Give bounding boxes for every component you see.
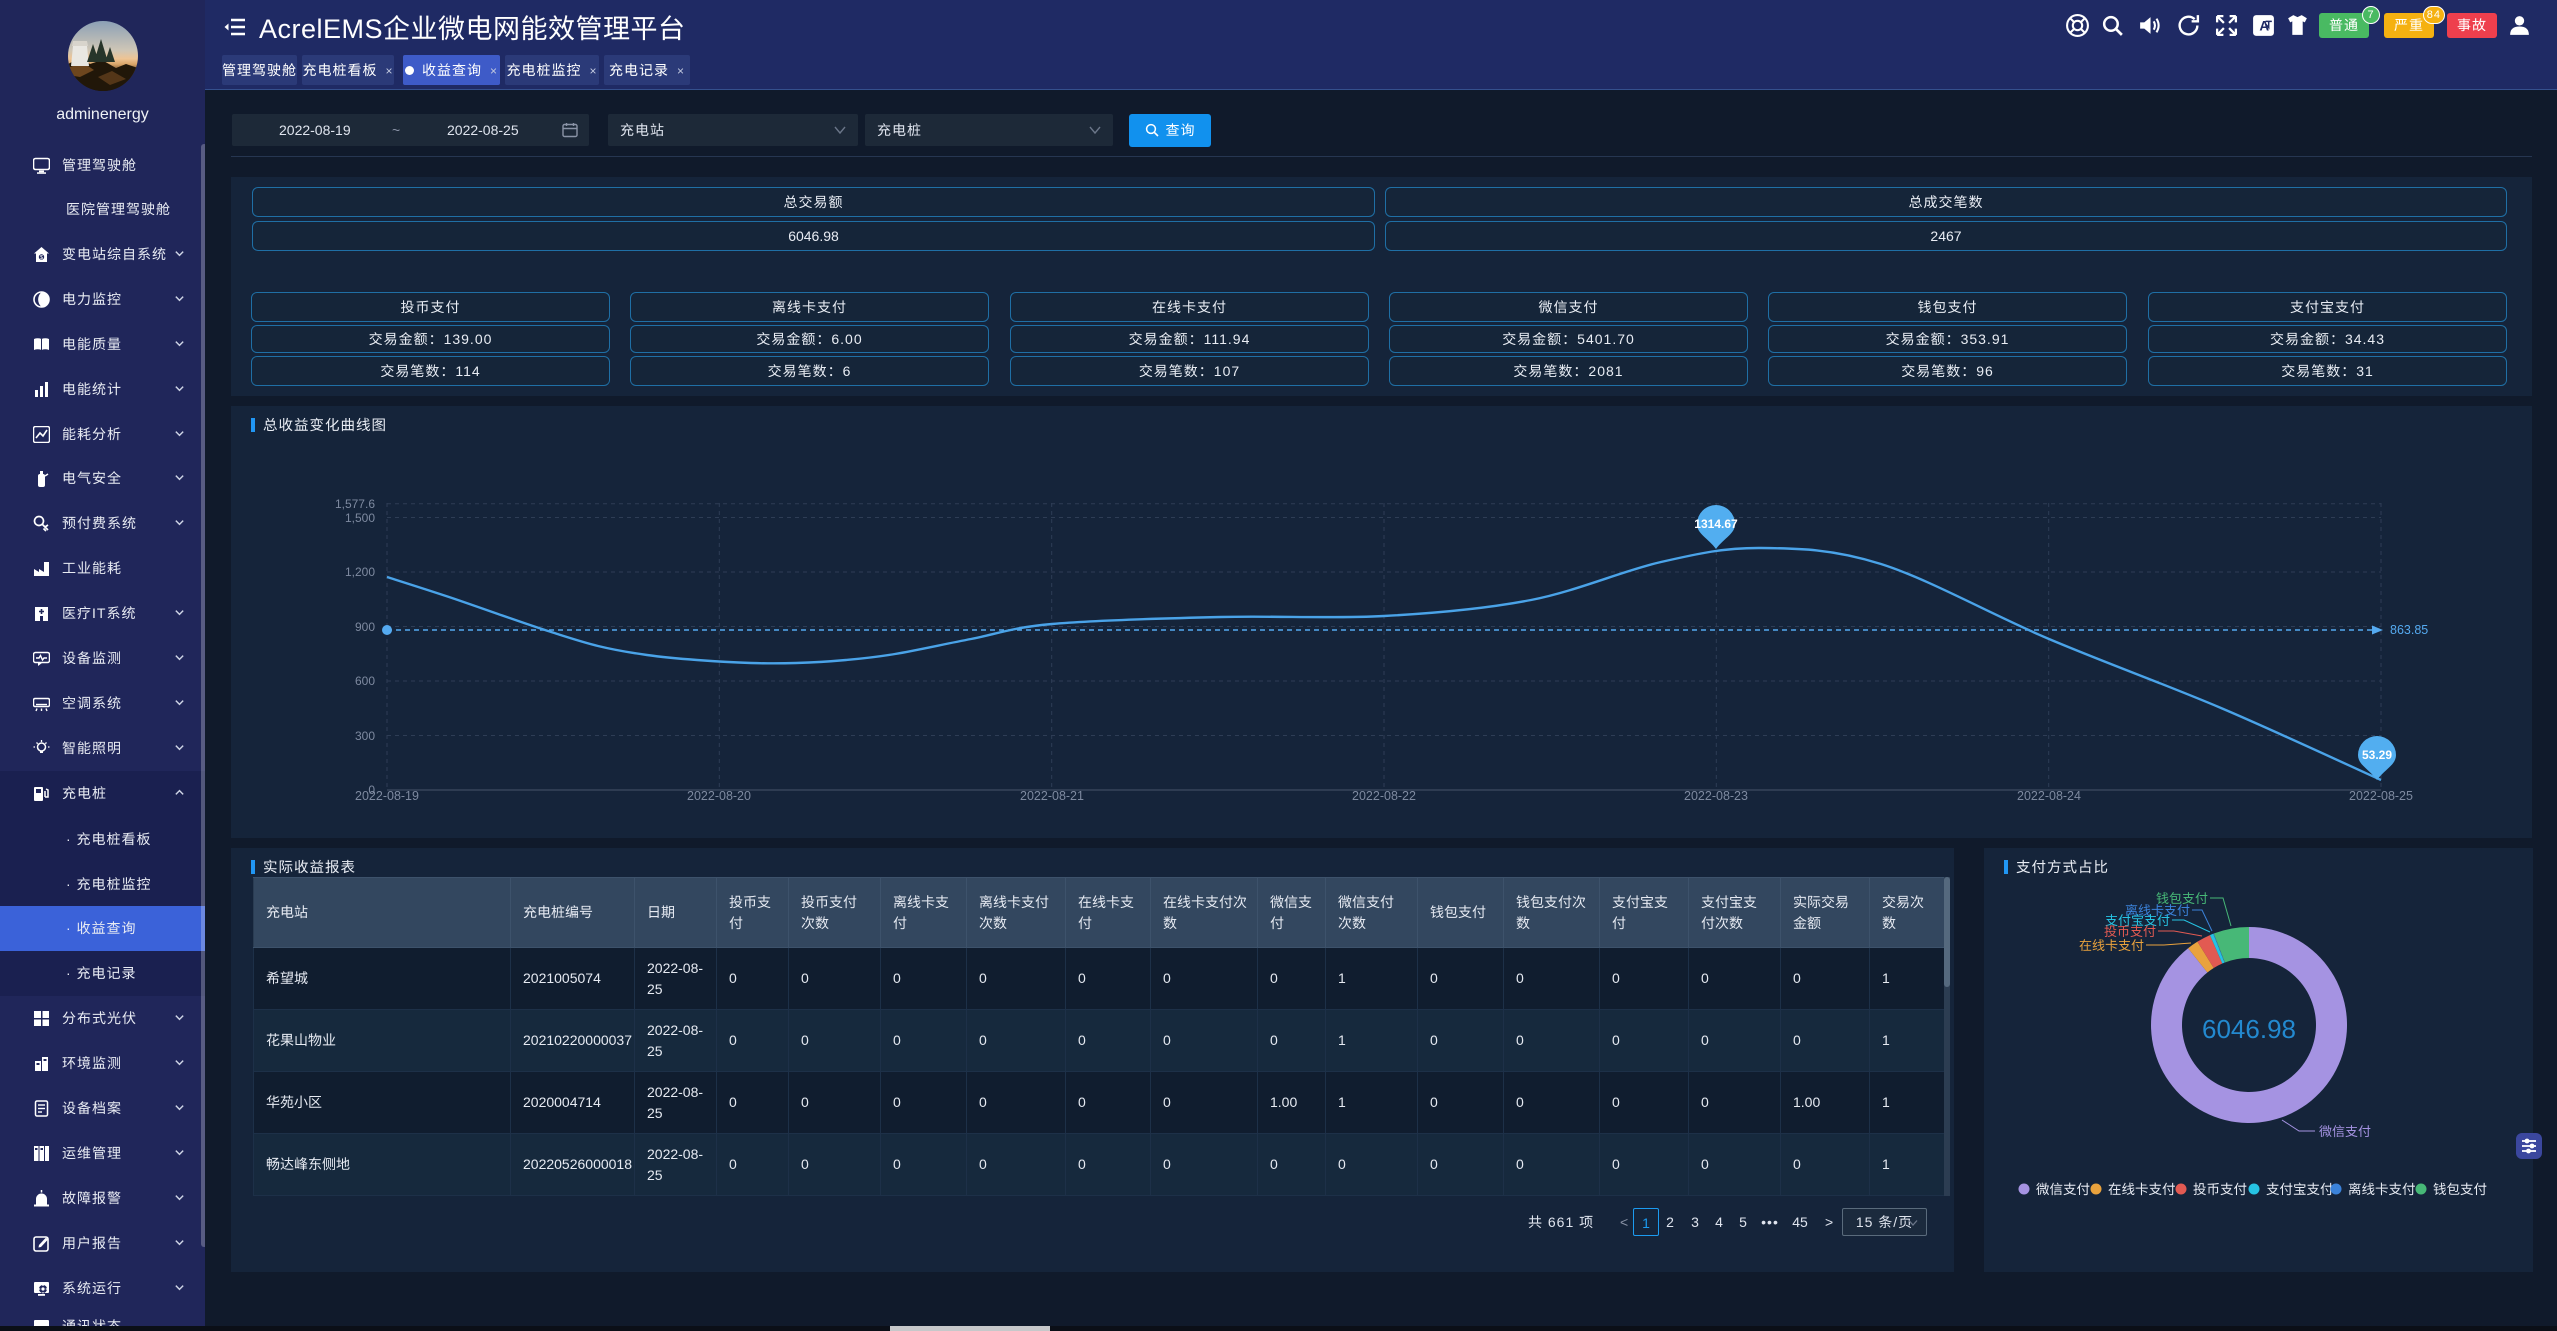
svg-text:在线卡支付: 在线卡支付 bbox=[2079, 938, 2144, 953]
svg-text:离线卡支付: 离线卡支付 bbox=[2348, 1182, 2416, 1197]
svg-text:支付宝支付: 支付宝支付 bbox=[2266, 1182, 2334, 1197]
svg-text:300: 300 bbox=[355, 729, 375, 743]
svg-text:1,577.6: 1,577.6 bbox=[335, 497, 375, 511]
svg-text:微信支付: 微信支付 bbox=[2319, 1124, 2371, 1139]
svg-text:2022-08-19: 2022-08-19 bbox=[355, 789, 419, 803]
svg-text:2022-08-23: 2022-08-23 bbox=[1684, 789, 1748, 803]
svg-text:$: $ bbox=[40, 255, 43, 261]
svg-text:600: 600 bbox=[355, 674, 375, 688]
svg-text:2022-08-22: 2022-08-22 bbox=[1352, 789, 1416, 803]
svg-text:1314.67: 1314.67 bbox=[1694, 517, 1738, 531]
svg-text:2022-08-20: 2022-08-20 bbox=[687, 789, 751, 803]
svg-text:863.85: 863.85 bbox=[2390, 623, 2428, 637]
svg-text:1,200: 1,200 bbox=[345, 565, 375, 579]
svg-text:900: 900 bbox=[355, 620, 375, 634]
svg-text:2022-08-21: 2022-08-21 bbox=[1020, 789, 1084, 803]
svg-text:投币支付: 投币支付 bbox=[2104, 924, 2156, 939]
svg-text:6046.98: 6046.98 bbox=[2202, 1014, 2296, 1044]
svg-text:2022-08-24: 2022-08-24 bbox=[2017, 789, 2081, 803]
svg-text:53.29: 53.29 bbox=[2362, 748, 2392, 762]
svg-text:微信支付: 微信支付 bbox=[2036, 1182, 2090, 1197]
svg-text:钱包支付: 钱包支付 bbox=[2433, 1182, 2487, 1197]
svg-text:1,500: 1,500 bbox=[345, 511, 375, 525]
svg-text:2022-08-25: 2022-08-25 bbox=[2349, 789, 2413, 803]
svg-text:在线卡支付: 在线卡支付 bbox=[2108, 1182, 2176, 1197]
svg-text:投币支付: 投币支付 bbox=[2193, 1182, 2247, 1197]
